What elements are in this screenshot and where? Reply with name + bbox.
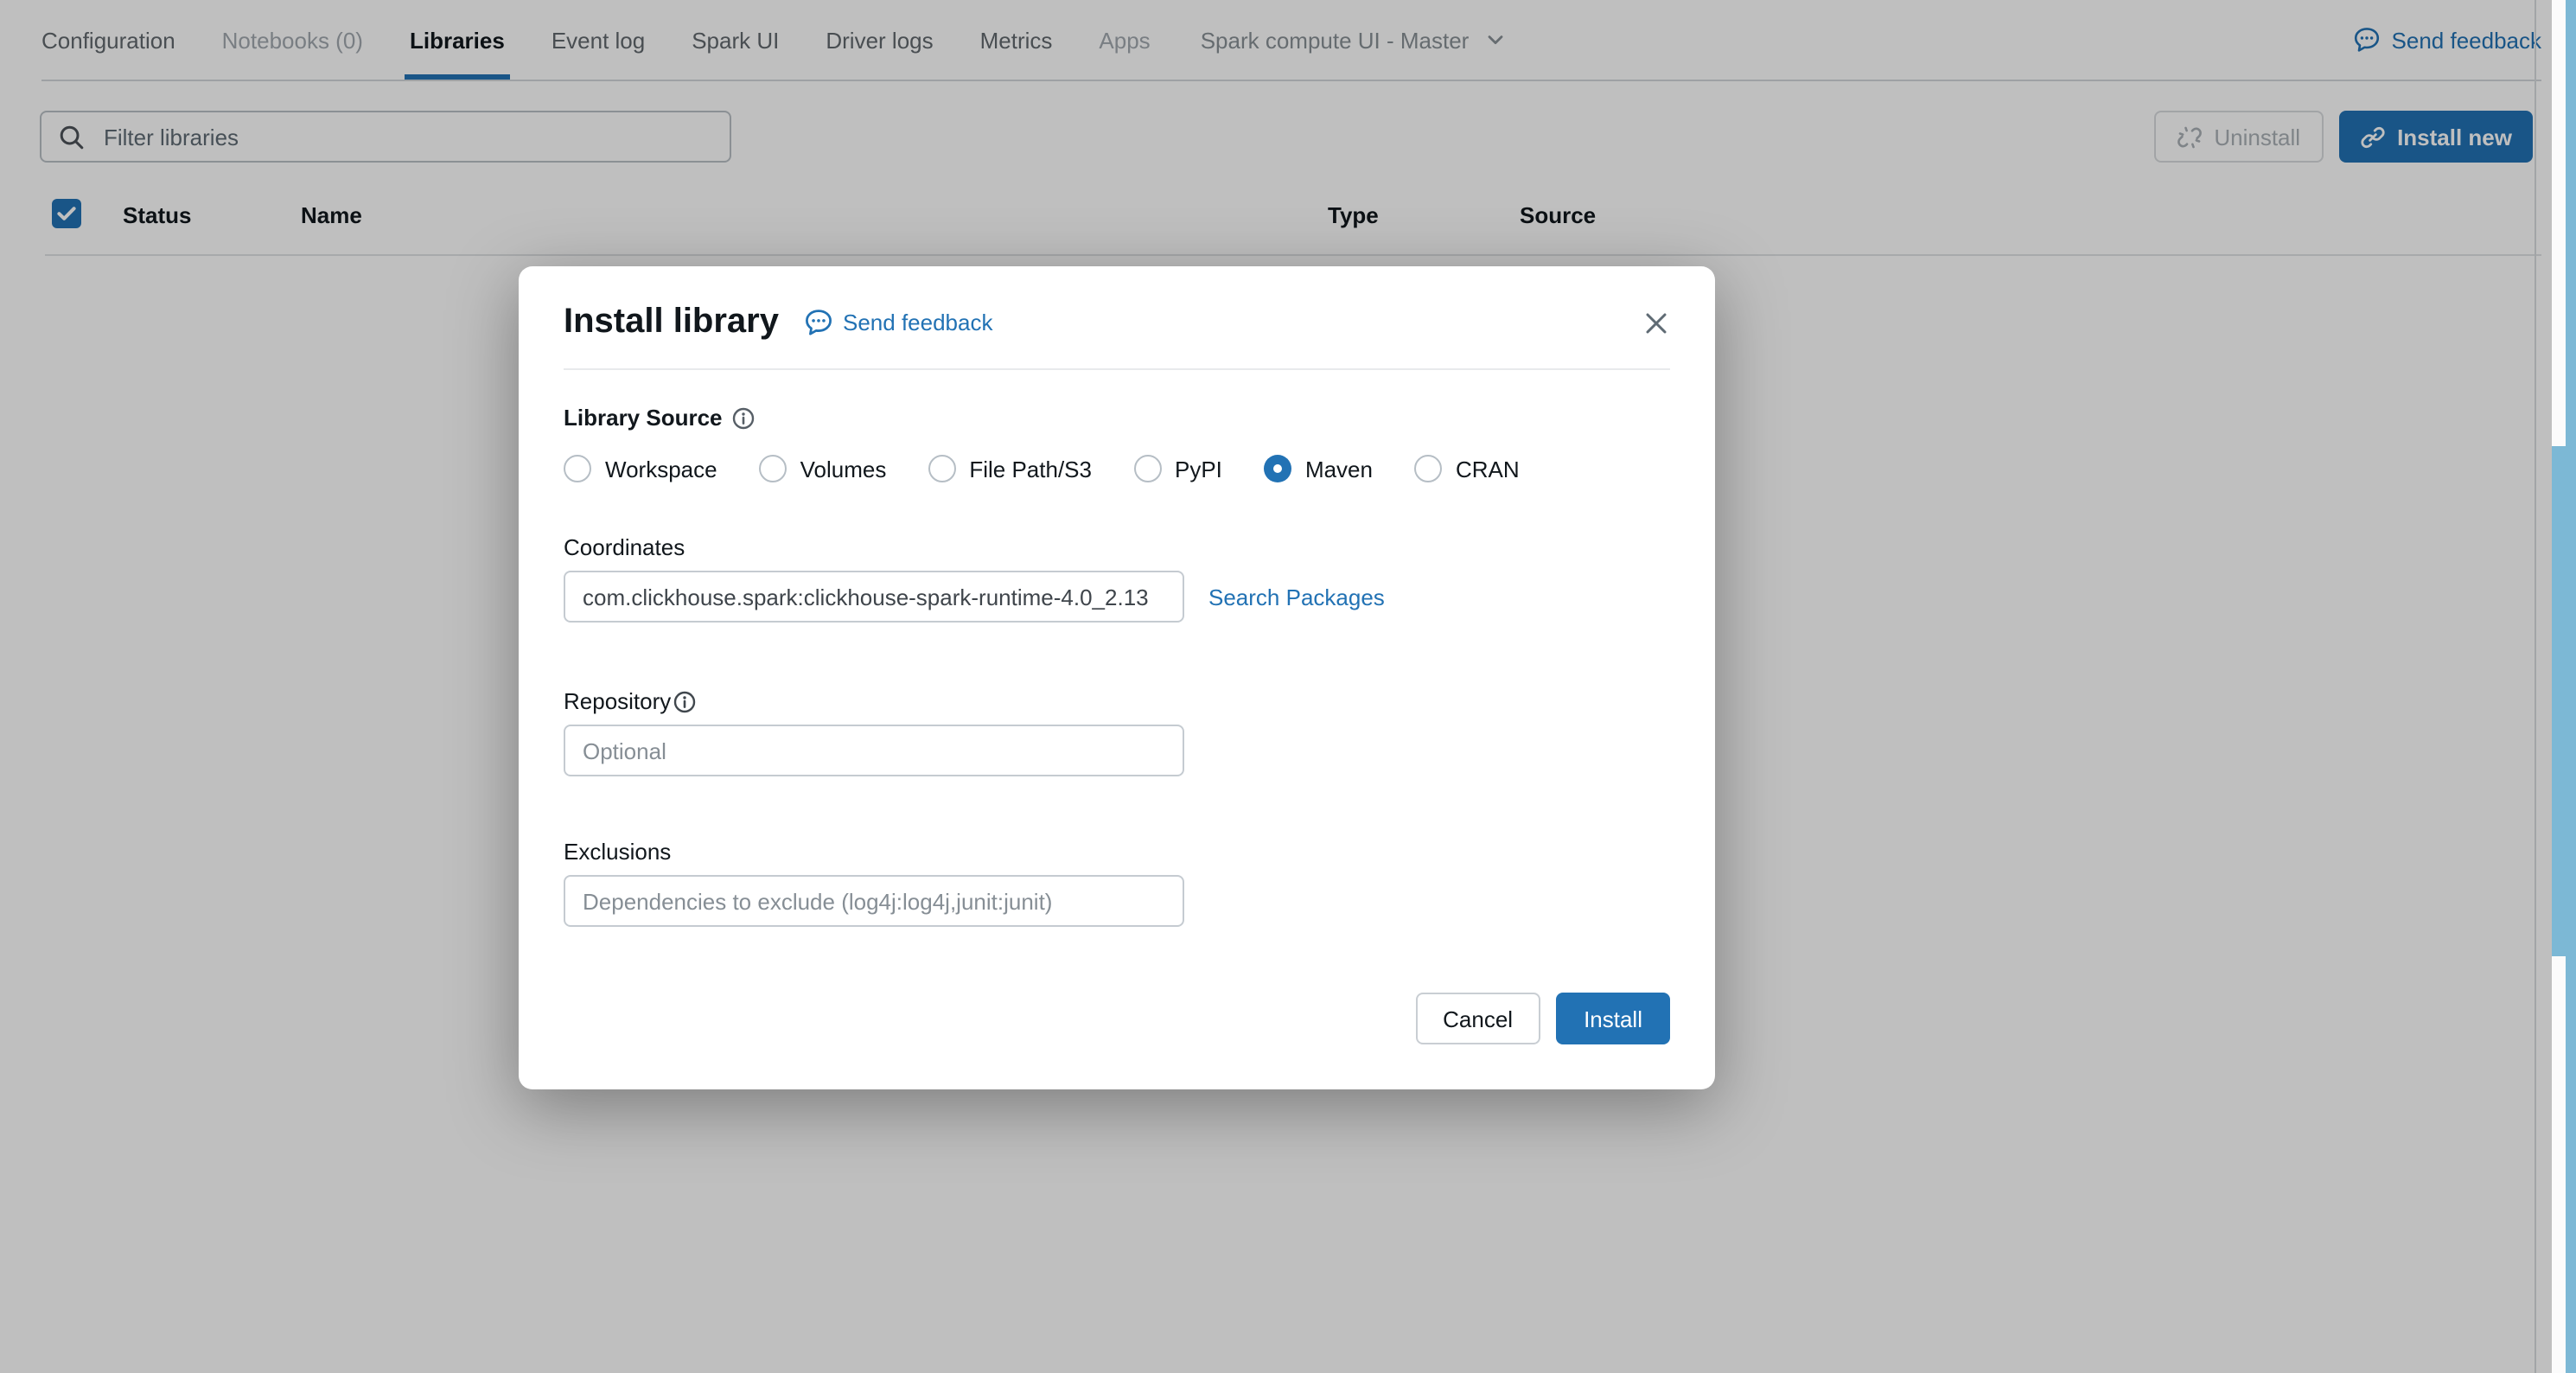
radio-circle <box>759 455 787 482</box>
scrollbar-edge-strip <box>2566 0 2576 1373</box>
screenshot-viewport: Configuration Notebooks (0) Libraries Ev… <box>0 0 2576 1373</box>
library-source-label-row: Library Source <box>564 405 1670 431</box>
install-library-modal: Install library Send feedback Library So… <box>519 266 1715 1089</box>
radio-circle <box>928 455 955 482</box>
feedback-bubble-icon <box>803 308 832 337</box>
radio-circle-selected <box>1264 455 1291 482</box>
exclusions-input[interactable] <box>564 875 1184 927</box>
modal-close-button[interactable] <box>1642 309 1670 336</box>
info-icon[interactable] <box>731 406 756 430</box>
repository-label: Repository <box>564 688 671 714</box>
coordinates-input[interactable] <box>564 571 1184 623</box>
coordinates-row: Search Packages <box>564 571 1670 623</box>
radio-maven[interactable]: Maven <box>1264 455 1373 482</box>
install-button[interactable]: Install <box>1556 993 1670 1044</box>
radio-volumes[interactable]: Volumes <box>759 455 887 482</box>
radio-file-path-s3[interactable]: File Path/S3 <box>928 455 1092 482</box>
modal-body: Library Source Workspace Volumes File Pa… <box>519 370 1715 1089</box>
library-source-radio-group: Workspace Volumes File Path/S3 PyPI Mave… <box>564 455 1670 482</box>
radio-circle <box>1414 455 1442 482</box>
radio-workspace[interactable]: Workspace <box>564 455 717 482</box>
radio-cran[interactable]: CRAN <box>1414 455 1520 482</box>
repository-input[interactable] <box>564 725 1184 776</box>
library-source-label: Library Source <box>564 405 723 431</box>
radio-pypi[interactable]: PyPI <box>1133 455 1222 482</box>
radio-circle <box>564 455 591 482</box>
coordinates-label: Coordinates <box>564 534 1670 560</box>
modal-footer: Cancel Install <box>564 993 1670 1044</box>
info-icon[interactable] <box>673 689 697 713</box>
modal-header: Install library Send feedback <box>519 266 1715 368</box>
radio-circle <box>1133 455 1161 482</box>
scrollbar-thumb[interactable] <box>2552 446 2566 956</box>
close-icon <box>1642 309 1670 336</box>
modal-send-feedback-link[interactable]: Send feedback <box>803 308 992 337</box>
cluster-libraries-page: Configuration Notebooks (0) Libraries Ev… <box>0 0 2576 1373</box>
modal-title: Install library <box>564 303 779 342</box>
cancel-button[interactable]: Cancel <box>1415 993 1540 1044</box>
modal-send-feedback-label: Send feedback <box>843 310 992 335</box>
search-packages-link[interactable]: Search Packages <box>1208 584 1385 610</box>
repository-label-row: Repository <box>564 688 1670 714</box>
exclusions-label: Exclusions <box>564 839 1670 865</box>
